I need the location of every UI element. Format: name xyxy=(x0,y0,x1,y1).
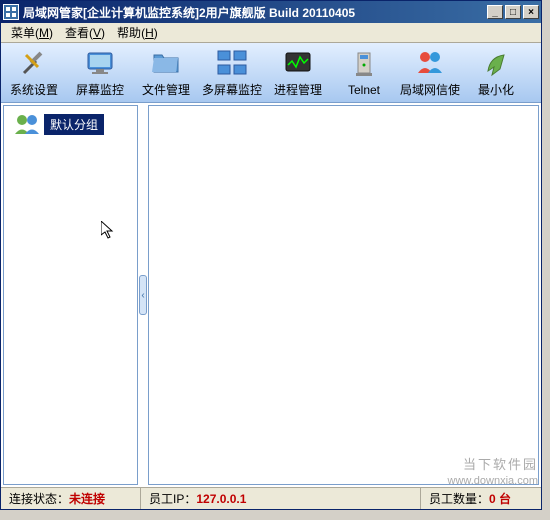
tree-panel[interactable]: 默认分组 xyxy=(3,105,138,485)
maximize-window-button[interactable]: □ xyxy=(505,5,521,19)
app-icon xyxy=(3,4,19,20)
menu-file[interactable]: 菜单(M) xyxy=(5,22,59,43)
group-icon xyxy=(12,112,44,136)
menu-view[interactable]: 查看(V) xyxy=(59,22,111,43)
app-window: 局域网管家[企业计算机监控系统]2用户旗舰版 Build 20110405 _ … xyxy=(0,0,542,510)
process-icon xyxy=(282,47,314,79)
toolbar-label: 最小化 xyxy=(478,81,514,98)
toolbar-file-manager[interactable]: 文件管理 xyxy=(134,45,198,101)
status-ip: 员工IP：127.0.0.1 xyxy=(141,488,421,509)
toolbar-label: 进程管理 xyxy=(274,81,322,98)
toolbar-label: 屏幕监控 xyxy=(76,81,124,98)
telnet-icon xyxy=(348,49,380,81)
menubar: 菜单(M) 查看(V) 帮助(H) xyxy=(1,23,541,43)
content-panel[interactable] xyxy=(148,105,539,485)
toolbar-label: 局域网信使 xyxy=(400,81,460,98)
toolbar-process-manager[interactable]: 进程管理 xyxy=(266,45,330,101)
window-controls: _ □ × xyxy=(487,5,539,19)
tree-root-item[interactable]: 默认分组 xyxy=(8,110,133,138)
folder-icon xyxy=(150,47,182,79)
toolbar-system-settings[interactable]: 系统设置 xyxy=(2,45,66,101)
main-area: 默认分组 ‹ xyxy=(1,103,541,487)
monitor-icon xyxy=(84,47,116,79)
multi-monitor-icon xyxy=(216,47,248,79)
tree-root-label: 默认分组 xyxy=(44,114,104,135)
minimize-icon xyxy=(480,47,512,79)
toolbar-multi-monitor[interactable]: 多屏幕监控 xyxy=(200,45,264,101)
window-title: 局域网管家[企业计算机监控系统]2用户旗舰版 Build 20110405 xyxy=(23,4,487,21)
toolbar: 系统设置 屏幕监控 文件管理 xyxy=(1,43,541,103)
toolbar-label: 文件管理 xyxy=(142,81,190,98)
close-window-button[interactable]: × xyxy=(523,5,539,19)
status-connection: 连接状态：未连接 xyxy=(1,488,141,509)
toolbar-minimize[interactable]: 最小化 xyxy=(464,45,528,101)
splitter-handle-icon: ‹ xyxy=(139,275,147,315)
toolbar-label: 系统设置 xyxy=(10,81,58,98)
settings-icon xyxy=(18,47,50,79)
toolbar-lan-messenger[interactable]: 局域网信使 xyxy=(398,45,462,101)
menu-help[interactable]: 帮助(H) xyxy=(111,22,164,43)
toolbar-telnet[interactable]: Telnet xyxy=(332,45,396,101)
toolbar-label: 多屏幕监控 xyxy=(202,81,262,98)
toolbar-screen-monitor[interactable]: 屏幕监控 xyxy=(68,45,132,101)
titlebar: 局域网管家[企业计算机监控系统]2用户旗舰版 Build 20110405 _ … xyxy=(1,1,541,23)
statusbar: 连接状态：未连接 员工IP：127.0.0.1 员工数量：0 台 xyxy=(1,487,541,509)
minimize-window-button[interactable]: _ xyxy=(487,5,503,19)
status-count: 员工数量：0 台 xyxy=(421,488,541,509)
messenger-icon xyxy=(414,47,446,79)
splitter[interactable]: ‹ xyxy=(138,103,148,487)
toolbar-label: Telnet xyxy=(348,83,380,97)
